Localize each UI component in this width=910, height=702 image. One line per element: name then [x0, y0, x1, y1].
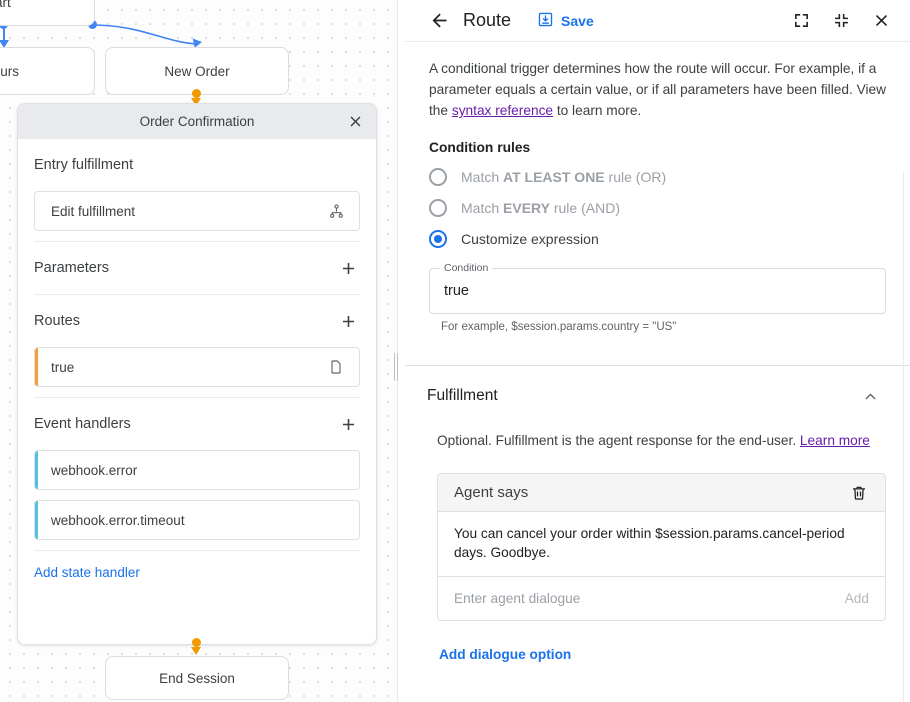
flow-node-label: tart — [0, 0, 11, 10]
flow-node-end-session[interactable]: End Session — [105, 656, 289, 700]
section-title: Parameters — [34, 260, 109, 276]
flow-node-label: End Session — [159, 671, 235, 686]
edge-arrowhead-end-session — [191, 647, 201, 655]
agent-says-header: Agent says — [438, 474, 885, 512]
edit-fulfillment-label: Edit fulfillment — [35, 204, 325, 219]
flow-node-label: Hours — [0, 64, 19, 79]
radio-icon[interactable] — [429, 168, 447, 186]
route-list-item[interactable]: true — [34, 347, 360, 387]
back-arrow-icon[interactable] — [427, 9, 451, 33]
event-handler-label: webhook.error — [35, 463, 347, 478]
fulfillment-section: Fulfillment Optional. Fulfillment is the… — [405, 366, 910, 664]
section-routes: Routes — [18, 295, 376, 347]
edit-fulfillment-row[interactable]: Edit fulfillment — [34, 191, 360, 231]
radio-label-suffix: rule (AND) — [550, 200, 620, 216]
agent-says-message[interactable]: You can cancel your order within $sessio… — [438, 512, 885, 577]
detail-card-header: Order Confirmation — [18, 104, 376, 139]
save-button[interactable]: Save — [537, 11, 594, 31]
page-title: Order Confirmation — [140, 114, 255, 129]
route-label: true — [35, 360, 325, 375]
panel-header: Route Save — [405, 0, 910, 42]
save-label: Save — [561, 13, 594, 29]
page-icon — [325, 356, 347, 378]
section-parameters: Parameters — [18, 242, 376, 294]
radio-icon[interactable] — [429, 230, 447, 248]
section-title: Entry fulfillment — [34, 157, 133, 173]
condition-input-legend: Condition — [440, 262, 492, 274]
flow-node-new-order[interactable]: New Order — [105, 47, 289, 95]
radio-option-customize-expression[interactable]: Customize expression — [429, 230, 886, 248]
condition-rules-heading: Condition rules — [429, 140, 886, 155]
panel-scroll-area[interactable]: A conditional trigger determines how the… — [405, 42, 910, 702]
section-title: Routes — [34, 313, 80, 329]
account-tree-icon — [325, 200, 347, 222]
event-handler-list-item[interactable]: webhook.error — [34, 450, 360, 490]
radio-label-prefix: Match — [461, 169, 503, 185]
route-side-panel: Route Save — [405, 0, 910, 702]
route-accent-bar — [35, 348, 38, 386]
save-icon — [537, 11, 554, 31]
collapse-icon[interactable] — [826, 6, 856, 36]
add-event-handler-button[interactable] — [336, 412, 360, 436]
panel-title: Route — [463, 10, 511, 31]
condition-section: A conditional trigger determines how the… — [405, 42, 910, 347]
panel-divider — [397, 0, 405, 702]
flow-canvas[interactable]: tart Hours New Order Order Confirmation … — [0, 0, 397, 702]
agent-dialogue-input-row[interactable]: Enter agent dialogue Add — [438, 577, 885, 620]
fulfillment-title: Fulfillment — [427, 387, 498, 405]
panel-resize-handle[interactable] — [391, 352, 401, 382]
add-dialogue-option-link[interactable]: Add dialogue option — [439, 647, 571, 662]
section-entry-fulfillment: Entry fulfillment — [18, 139, 376, 191]
flow-node-start[interactable]: tart — [0, 0, 95, 26]
expand-icon[interactable] — [786, 6, 816, 36]
handler-accent-bar — [35, 451, 38, 489]
fulfillment-description: Optional. Fulfillment is the agent respo… — [437, 430, 886, 451]
panel-inner-rule — [903, 172, 904, 702]
event-handler-label: webhook.error.timeout — [35, 513, 347, 528]
radio-label-prefix: Match — [461, 200, 503, 216]
flow-node-label: New Order — [164, 64, 229, 79]
add-route-button[interactable] — [336, 309, 360, 333]
condition-input-value: true — [444, 283, 469, 299]
trash-icon[interactable] — [847, 481, 871, 505]
radio-icon[interactable] — [429, 199, 447, 217]
section-event-handlers: Event handlers — [18, 398, 376, 450]
add-state-handler-link[interactable]: Add state handler — [18, 551, 156, 580]
radio-label-suffix: rule (OR) — [605, 169, 666, 185]
radio-label-emphasis: EVERY — [503, 200, 550, 216]
syntax-reference-link[interactable]: syntax reference — [452, 103, 553, 118]
detail-card-body: Entry fulfillment Edit fulfillment Param… — [18, 139, 376, 644]
condition-hint: For example, $session.params.country = "… — [441, 321, 886, 333]
agent-dialogue-input[interactable]: Enter agent dialogue — [454, 591, 845, 606]
page-detail-card: Order Confirmation Entry fulfillment Edi… — [17, 103, 377, 645]
fulfillment-description-text: Optional. Fulfillment is the agent respo… — [437, 433, 800, 448]
radio-label-emphasis: AT LEAST ONE — [503, 169, 605, 185]
radio-option-match-at-least-one[interactable]: Match AT LEAST ONE rule (OR) — [429, 168, 886, 186]
add-dialogue-button[interactable]: Add — [845, 591, 869, 606]
condition-input[interactable]: Condition true — [429, 268, 886, 314]
radio-option-match-every[interactable]: Match EVERY rule (AND) — [429, 199, 886, 217]
close-icon[interactable] — [866, 6, 896, 36]
fulfillment-header[interactable]: Fulfillment — [425, 366, 886, 408]
close-icon[interactable] — [343, 110, 367, 134]
chevron-up-icon[interactable] — [858, 384, 882, 408]
flow-node-hours[interactable]: Hours — [0, 47, 95, 95]
description-text-after: to learn more. — [553, 103, 641, 118]
route-description: A conditional trigger determines how the… — [429, 58, 886, 121]
radio-label: Match EVERY rule (AND) — [461, 200, 620, 216]
radio-label: Customize expression — [461, 231, 599, 247]
learn-more-link[interactable]: Learn more — [800, 433, 870, 448]
section-title: Event handlers — [34, 416, 131, 432]
handler-accent-bar — [35, 501, 38, 539]
radio-label: Match AT LEAST ONE rule (OR) — [461, 169, 666, 185]
event-handler-list-item[interactable]: webhook.error.timeout — [34, 500, 360, 540]
add-parameter-button[interactable] — [336, 256, 360, 280]
agent-says-card: Agent says You can cancel your order wit… — [437, 473, 886, 621]
app-root: tart Hours New Order Order Confirmation … — [0, 0, 910, 702]
agent-says-title: Agent says — [454, 484, 528, 501]
